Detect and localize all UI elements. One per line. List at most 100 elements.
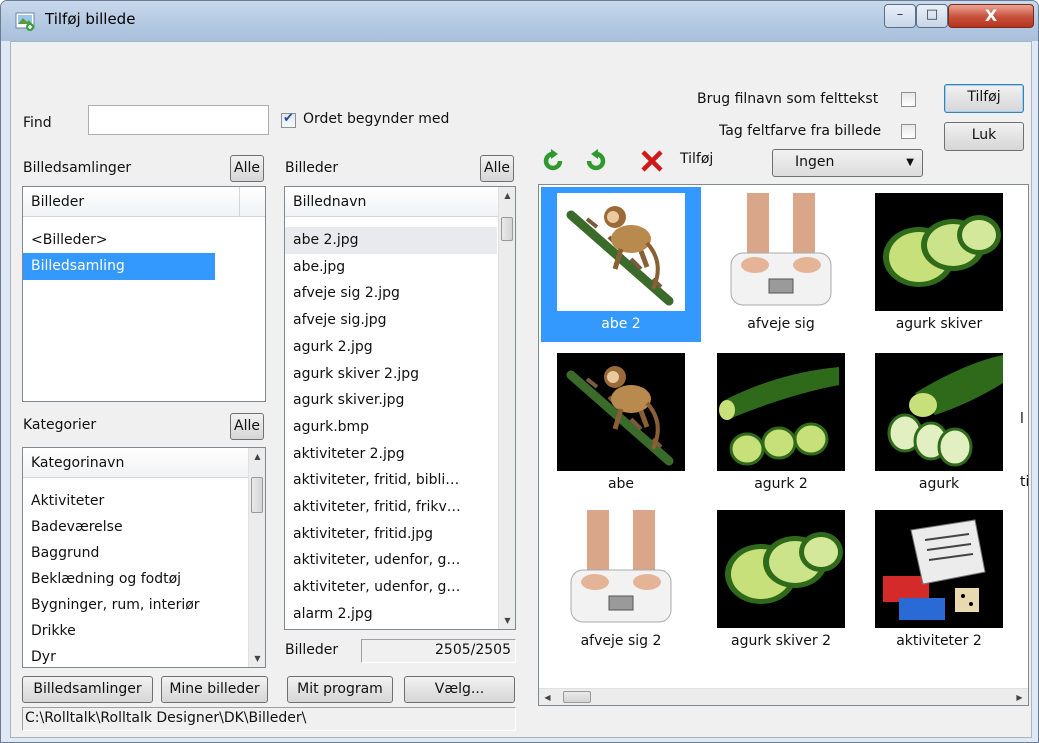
tile-image	[557, 510, 685, 628]
list-item[interactable]: abe.jpg	[285, 254, 497, 281]
categories-list[interactable]: Kategorinavn Aktiviteter Badeværelse Baggr…	[22, 447, 266, 668]
scroll-thumb[interactable]	[563, 691, 591, 703]
gallery-tile[interactable]: afveje sig	[701, 187, 861, 342]
gallery-tile[interactable]: agurk skiver	[859, 187, 1019, 342]
tile-caption: agurk skiver	[895, 316, 983, 332]
gallery-tile[interactable]: abe 2	[541, 187, 701, 342]
image-gallery[interactable]: abe 2 afveje sig agurk skiver abe agurk 2 agu…	[538, 184, 1029, 706]
maximize-button[interactable]: □	[916, 4, 948, 28]
scroll-thumb[interactable]	[501, 217, 513, 241]
field-color-checkbox[interactable]	[901, 124, 916, 139]
gallery-tile[interactable]: agurk 2	[701, 347, 861, 502]
use-filename-label: Brug filnavn som felttekst	[697, 91, 879, 107]
find-label: Find	[23, 115, 52, 131]
path-text: C:\Rolltalk\Rolltalk Designer\DK\Billede…	[25, 710, 307, 726]
maximize-icon: □	[925, 7, 939, 22]
list-item[interactable]: agurk skiver.jpg	[285, 387, 497, 414]
categories-scrollbar[interactable]: ▲ ▼	[248, 448, 265, 667]
my-images-button[interactable]: Mine billeder	[161, 676, 268, 703]
list-item[interactable]: Billedsamling	[23, 253, 215, 280]
list-item[interactable]: agurk 2.jpg	[285, 334, 497, 361]
list-item[interactable]: aktiviteter, fritid, bibli…	[285, 467, 497, 494]
gallery-tile[interactable]: aktiviteter 2	[859, 504, 1019, 659]
list-item[interactable]: Badeværelse	[23, 514, 247, 541]
tile-caption: agurk 2	[754, 476, 808, 492]
delete-icon[interactable]	[639, 148, 665, 174]
list-item[interactable]: afveje sig 2.jpg	[285, 280, 497, 307]
list-item[interactable]: agurk.bmp	[285, 414, 497, 441]
partial-caption: ti	[1020, 474, 1029, 490]
title-bar[interactable]: Tilføj billede – □ X	[1, 1, 1038, 41]
tile-caption: abe 2	[601, 316, 641, 332]
scroll-right-icon[interactable]: ▶	[1011, 689, 1028, 705]
list-item[interactable]: aktiviteter, udenfor, g…	[285, 574, 497, 601]
collections-header[interactable]: Billeder	[23, 187, 265, 217]
list-item[interactable]: Dyr	[23, 644, 247, 667]
scroll-down-icon[interactable]: ▼	[499, 612, 515, 629]
starts-with-checkbox[interactable]	[281, 111, 296, 128]
list-item[interactable]: aktiviteter, udenfor, g…	[285, 547, 497, 574]
list-item[interactable]: afveje sig.jpg	[285, 307, 497, 334]
list-item[interactable]: <Billeder>	[23, 227, 215, 254]
my-program-button[interactable]: Mit program	[287, 676, 393, 703]
close-dialog-button[interactable]: Luk	[944, 122, 1024, 151]
toolbar-add-label: Tilføj	[680, 151, 714, 167]
rotate-left-icon[interactable]	[540, 148, 566, 174]
gallery-tile[interactable]: afveje sig 2	[541, 504, 701, 659]
tile-caption: aktiviteter 2	[896, 633, 982, 649]
images-scrollbar[interactable]: ▲ ▼	[498, 187, 515, 629]
close-button[interactable]: X	[948, 4, 1034, 28]
scroll-left-icon[interactable]: ◀	[539, 689, 556, 705]
gallery-tile[interactable]: agurk skiver 2	[701, 504, 861, 659]
find-input[interactable]	[88, 105, 269, 135]
list-item[interactable]: Baggrund	[23, 540, 247, 567]
tile-caption: afveje sig	[747, 316, 815, 332]
image-count-label: Billeder	[285, 642, 339, 658]
list-item[interactable]: agurk skiver 2.jpg	[285, 361, 497, 388]
images-header[interactable]: Billednavn	[285, 187, 499, 217]
list-item[interactable]: Bygninger, rum, interiør	[23, 592, 247, 619]
close-icon: X	[984, 6, 998, 25]
categories-header[interactable]: Kategorinavn	[23, 448, 249, 478]
add-mode-select[interactable]: Ingen ▼	[772, 149, 923, 177]
chevron-down-icon: ▼	[906, 157, 914, 168]
tile-caption: agurk skiver 2	[731, 633, 831, 649]
images-title: Billeder	[285, 160, 339, 176]
add-image-window: Tilføj billede – □ X Find Ordet begynder…	[0, 0, 1039, 743]
tile-image	[717, 353, 845, 471]
list-item[interactable]: abe 2.jpg	[285, 227, 497, 254]
gallery-scrollbar[interactable]: ◀ ▶	[539, 688, 1028, 705]
gallery-tile[interactable]: abe	[541, 347, 701, 502]
list-item[interactable]: aktiviteter 2.jpg	[285, 441, 497, 468]
tile-image	[717, 510, 845, 628]
list-item[interactable]: Drikke	[23, 618, 247, 645]
choose-button[interactable]: Vælg...	[404, 676, 515, 703]
list-item[interactable]: aktiviteter, fritid.jpg	[285, 521, 497, 548]
scroll-up-icon[interactable]: ▲	[499, 187, 515, 204]
list-item[interactable]: aktiviteter, fritid, frikv…	[285, 494, 497, 521]
images-list[interactable]: Billednavn abe 2.jpg abe.jpg afveje sig 2.…	[284, 186, 516, 630]
add-button[interactable]: Tilføj	[944, 84, 1024, 113]
list-item[interactable]: Aktiviteter	[23, 488, 247, 515]
scroll-thumb[interactable]	[251, 477, 263, 513]
collections-button[interactable]: Billedsamlinger	[22, 676, 153, 703]
field-color-label: Tag feltfarve fra billede	[719, 123, 882, 139]
list-item[interactable]: Beklædning og fodtøj	[23, 566, 247, 593]
tile-caption: agurk	[918, 476, 960, 492]
tile-caption: abe	[607, 476, 635, 492]
minimize-button[interactable]: –	[884, 4, 916, 28]
categories-title: Kategorier	[23, 417, 97, 433]
scroll-down-icon[interactable]: ▼	[249, 650, 265, 667]
scroll-up-icon[interactable]: ▲	[249, 448, 265, 465]
tile-image	[875, 353, 1003, 471]
collections-all-button[interactable]: Alle	[230, 155, 264, 182]
rotate-right-icon[interactable]	[583, 148, 609, 174]
use-filename-checkbox[interactable]	[901, 92, 916, 107]
categories-all-button[interactable]: Alle	[230, 413, 264, 440]
path-field: C:\Rolltalk\Rolltalk Designer\DK\Billede…	[22, 707, 516, 731]
images-all-button[interactable]: Alle	[480, 155, 514, 182]
gallery-tile[interactable]: agurk	[859, 347, 1019, 502]
collections-list[interactable]: Billeder <Billeder> Billedsamling	[22, 186, 266, 402]
image-count-box: 2505/2505	[361, 639, 516, 663]
list-item[interactable]: alarm 2.jpg	[285, 601, 497, 628]
